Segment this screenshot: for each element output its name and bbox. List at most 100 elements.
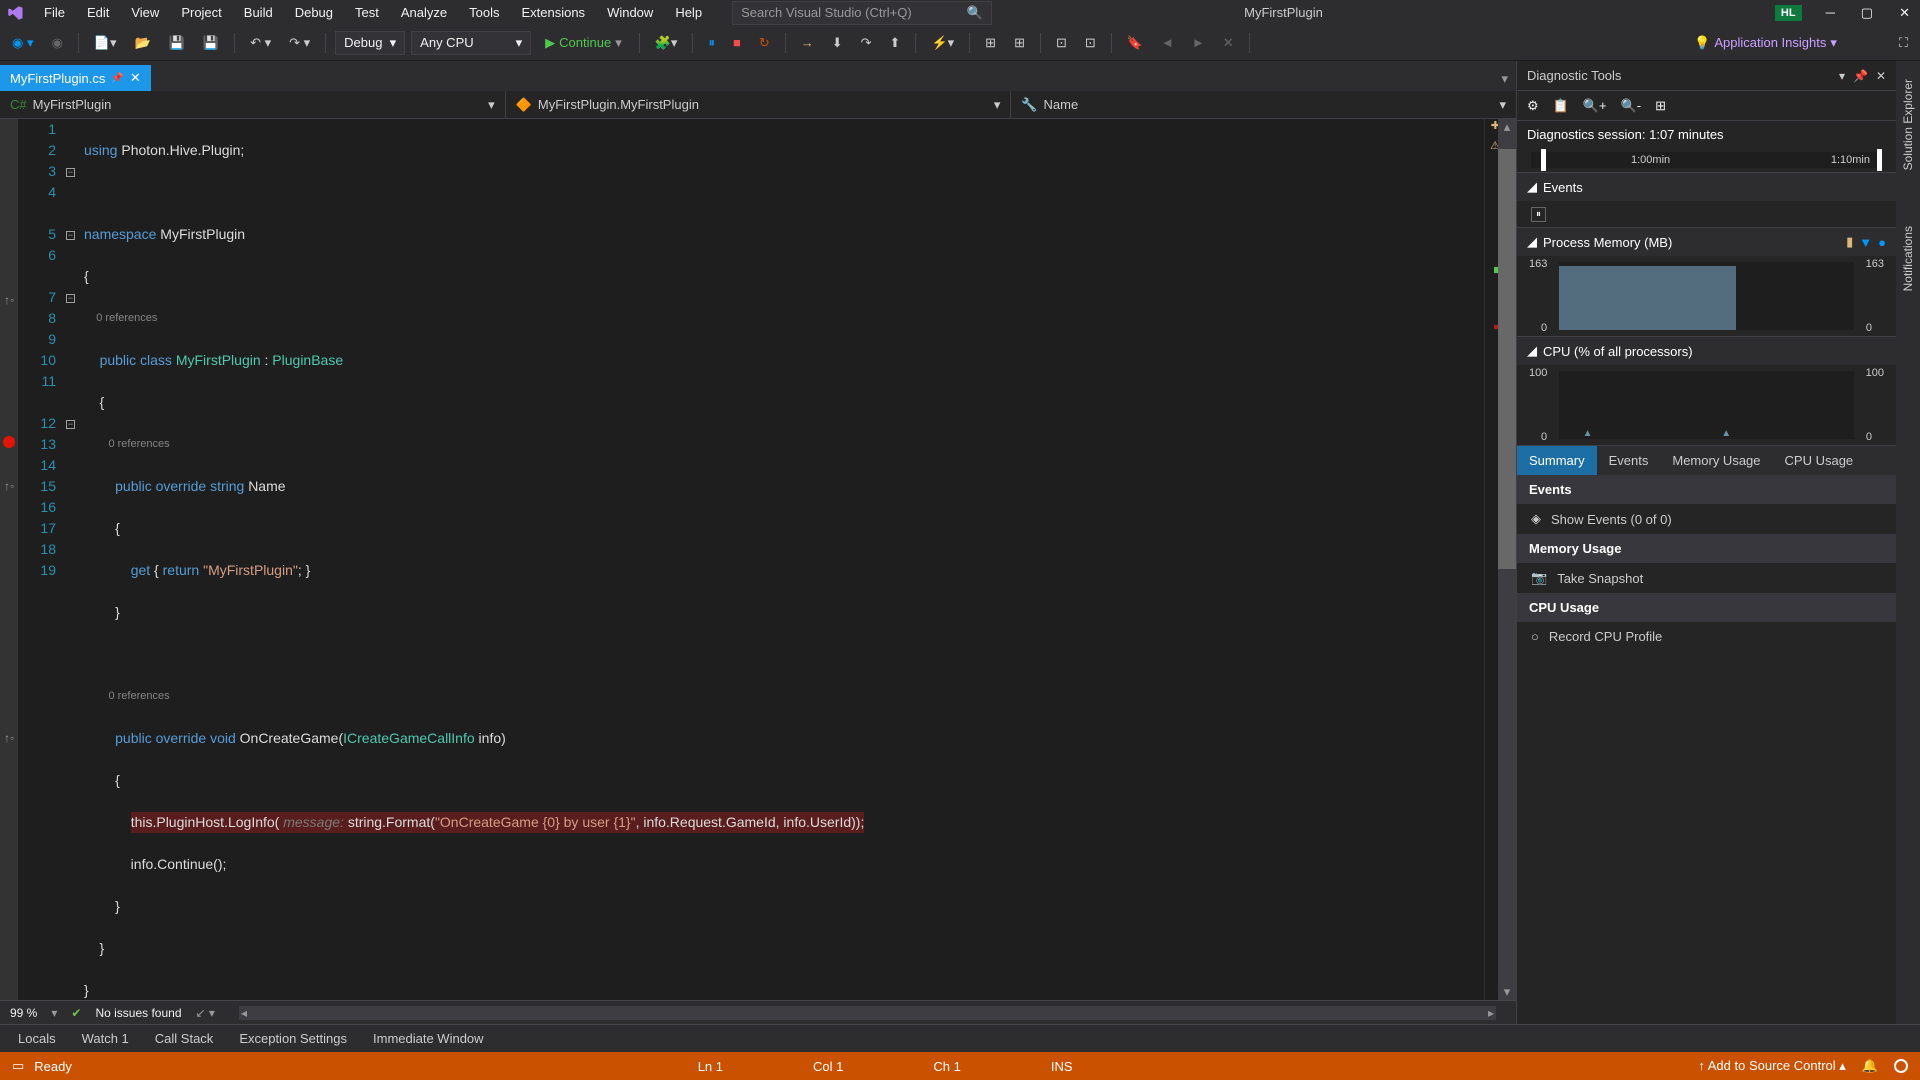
user-badge[interactable]: HL xyxy=(1775,5,1802,21)
nav-scope-dropdown[interactable]: C#MyFirstPlugin▾ xyxy=(0,91,506,118)
bookmark-button[interactable]: 🔖 xyxy=(1121,31,1149,55)
prev-bookmark-button[interactable]: ◄ xyxy=(1155,31,1180,54)
pause-events-icon[interactable]: ⏸ xyxy=(1531,207,1546,222)
menu-edit[interactable]: Edit xyxy=(77,2,119,23)
continue-button[interactable]: ▶Continue▾ xyxy=(537,33,630,53)
new-item-button[interactable]: 📄▾ xyxy=(88,31,123,55)
call-stack-tab[interactable]: Call Stack xyxy=(143,1026,226,1051)
menu-window[interactable]: Window xyxy=(597,2,663,23)
nav-class-dropdown[interactable]: 🔶MyFirstPlugin.MyFirstPlugin▾ xyxy=(506,91,1012,118)
menu-help[interactable]: Help xyxy=(665,2,712,23)
source-control-button[interactable]: ↑ Add to Source Control ▴ xyxy=(1698,1058,1845,1074)
nav-back-button[interactable]: ◉ ▾ xyxy=(6,31,39,55)
menu-test[interactable]: Test xyxy=(345,2,389,23)
break-all-button[interactable]: ⏸ xyxy=(702,31,721,55)
menu-debug[interactable]: Debug xyxy=(285,2,343,23)
menu-tools[interactable]: Tools xyxy=(459,2,509,23)
diag-tab-memory[interactable]: Memory Usage xyxy=(1660,446,1772,475)
menu-extensions[interactable]: Extensions xyxy=(511,2,595,23)
diag-tab-cpu[interactable]: CPU Usage xyxy=(1773,446,1866,475)
feedback-icon[interactable] xyxy=(1894,1059,1908,1073)
menu-project[interactable]: Project xyxy=(171,2,231,23)
fold-gutter[interactable]: − − − − xyxy=(66,119,80,1000)
take-snapshot-button[interactable]: 📷Take Snapshot xyxy=(1517,563,1896,593)
record-cpu-button[interactable]: ○Record CPU Profile xyxy=(1517,622,1896,651)
open-button[interactable]: 📂 xyxy=(129,31,157,55)
intellitrace-events-button[interactable]: ⊞ xyxy=(1008,31,1031,55)
diag-timeline[interactable]: 1:00min 1:10min xyxy=(1517,148,1896,172)
solution-platform-dropdown[interactable]: Any CPU▾ xyxy=(411,31,531,55)
diag-button-2[interactable]: ⊡ xyxy=(1079,31,1102,55)
overview-ruler[interactable]: ✚ ⚠ xyxy=(1484,119,1498,1000)
cpu-chart[interactable]: 100 0 100 0 ▲ ▲ xyxy=(1517,365,1896,445)
save-all-button[interactable]: 💾 xyxy=(197,31,225,55)
line-ending-button[interactable]: ↙ ▾ xyxy=(196,1006,215,1020)
watch-tab[interactable]: Watch 1 xyxy=(70,1026,141,1051)
menu-analyze[interactable]: Analyze xyxy=(391,2,457,23)
pin-panel-icon[interactable]: 📌 xyxy=(1853,69,1868,83)
solution-config-dropdown[interactable]: Debug▾ xyxy=(335,31,405,55)
memory-chart[interactable]: 163 0 163 0 xyxy=(1517,256,1896,336)
diag-tab-events[interactable]: Events xyxy=(1597,446,1661,475)
minimize-button[interactable]: ─ xyxy=(1822,5,1839,21)
breakpoint-line-14[interactable] xyxy=(3,436,15,448)
output-pane-icon[interactable]: ▭ xyxy=(12,1058,24,1074)
live-share-button[interactable]: ⛶ xyxy=(1893,31,1914,55)
notifications-tab[interactable]: Notifications xyxy=(1899,218,1917,299)
issues-text[interactable]: No issues found xyxy=(95,1006,181,1020)
vertical-scrollbar[interactable]: ▾ ▴ xyxy=(1498,119,1516,1000)
application-insights-button[interactable]: 💡Application Insights▾ xyxy=(1694,35,1837,51)
breakpoint-gutter[interactable] xyxy=(0,119,18,1000)
redo-button[interactable]: ↷ ▾ xyxy=(283,31,316,55)
insert-mode[interactable]: INS xyxy=(1051,1059,1073,1074)
locals-tab[interactable]: Locals xyxy=(6,1026,68,1051)
zoom-dropdown-icon[interactable]: ▾ xyxy=(51,1006,57,1020)
show-events-button[interactable]: ◈Show Events (0 of 0) xyxy=(1517,504,1896,534)
debug-target-button[interactable]: 🧩▾ xyxy=(649,31,684,55)
undo-button[interactable]: ↶ ▾ xyxy=(244,31,277,55)
diag-select-tools-icon[interactable]: 📋 xyxy=(1553,98,1569,114)
restart-button[interactable]: ↻ xyxy=(753,31,776,55)
close-panel-icon[interactable]: ✕ xyxy=(1876,69,1886,83)
close-window-button[interactable]: ✕ xyxy=(1895,5,1914,21)
hot-reload-button[interactable]: ⚡▾ xyxy=(925,31,960,55)
override-indicator-icon[interactable]: ↑◦ xyxy=(4,476,14,497)
diag-settings-icon[interactable]: ⚙ xyxy=(1527,98,1539,114)
horizontal-scrollbar[interactable]: ◂ ▸ xyxy=(239,1006,1496,1020)
diag-button-1[interactable]: ⊡ xyxy=(1050,31,1073,55)
code-text[interactable]: ↑◦using Photon.Hive.Plugin; namespace My… xyxy=(80,119,1484,1000)
step-over-button[interactable]: ↷ xyxy=(855,31,878,55)
cpu-section-header[interactable]: ◢CPU (% of all processors) xyxy=(1517,336,1896,365)
timeline-handle-start[interactable] xyxy=(1541,149,1546,171)
zoom-out-icon[interactable]: 🔍- xyxy=(1621,98,1642,114)
stop-debug-button[interactable]: ■ xyxy=(727,31,747,54)
menu-file[interactable]: File xyxy=(34,2,75,23)
menu-build[interactable]: Build xyxy=(234,2,283,23)
nav-forward-button[interactable]: ◉ xyxy=(45,31,68,55)
clear-bookmarks-button[interactable]: ✕ xyxy=(1217,31,1240,55)
nav-member-dropdown[interactable]: 🔧Name▾ xyxy=(1011,91,1516,118)
menu-view[interactable]: View xyxy=(121,2,169,23)
pin-icon[interactable]: 📌 xyxy=(111,73,123,84)
show-next-statement-button[interactable]: → xyxy=(795,31,820,54)
cursor-col[interactable]: Col 1 xyxy=(813,1059,843,1074)
solution-explorer-tab[interactable]: Solution Explorer xyxy=(1899,71,1917,178)
close-tab-button[interactable]: ✕ xyxy=(130,70,141,86)
immediate-window-tab[interactable]: Immediate Window xyxy=(361,1026,496,1051)
document-tab[interactable]: MyFirstPlugin.cs 📌 ✕ xyxy=(0,65,151,91)
exception-settings-tab[interactable]: Exception Settings xyxy=(227,1026,359,1051)
zoom-level[interactable]: 99 % xyxy=(10,1006,37,1020)
override-indicator-icon[interactable]: ↑◦ xyxy=(4,728,14,749)
zoom-in-icon[interactable]: 🔍+ xyxy=(1583,98,1607,114)
next-bookmark-button[interactable]: ► xyxy=(1186,31,1211,54)
timeline-handle-end[interactable] xyxy=(1877,149,1882,171)
reset-view-icon[interactable]: ⊞ xyxy=(1655,98,1666,114)
notifications-icon[interactable]: 🔔 xyxy=(1862,1058,1878,1074)
step-into-button[interactable]: ⬇ xyxy=(826,31,849,55)
override-indicator-icon[interactable]: ↑◦ xyxy=(4,290,14,311)
panel-dropdown-icon[interactable]: ▾ xyxy=(1839,69,1845,83)
save-button[interactable]: 💾 xyxy=(163,31,191,55)
maximize-button[interactable]: ▢ xyxy=(1857,5,1877,21)
step-out-button[interactable]: ⬆ xyxy=(884,31,907,55)
tab-overflow-button[interactable]: ▾ xyxy=(1493,67,1516,91)
